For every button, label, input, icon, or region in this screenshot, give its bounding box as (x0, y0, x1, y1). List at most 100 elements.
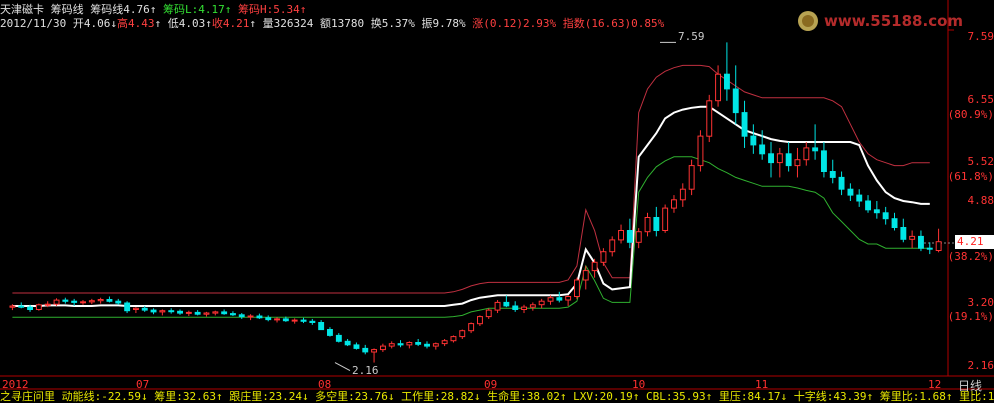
candle-body (283, 319, 288, 321)
indicator-header: 天津磁卡 筹码线 筹码线4.76↑ 筹码L:4.17↑ 筹码H:5.34↑ (0, 3, 306, 16)
candle-body (398, 344, 403, 345)
candle-body (257, 316, 262, 318)
candle-body (495, 302, 500, 310)
candle-body (151, 310, 156, 312)
min-leader-line (335, 363, 350, 371)
arrow-up-icon: ↑ (205, 17, 212, 30)
high-label: 高 (117, 17, 128, 30)
site-logo: www.55188.com (796, 8, 986, 34)
candle-body (98, 300, 103, 301)
min-price-label: 2.16 (352, 364, 379, 377)
candle-body (627, 231, 632, 243)
candle-body (813, 148, 818, 151)
candle-body (936, 242, 941, 251)
candle-body (645, 218, 650, 232)
candle-body (583, 271, 588, 280)
candle-body (186, 312, 191, 313)
candle-body (760, 145, 765, 154)
candle-body (513, 306, 518, 310)
volume-label: 量 (263, 17, 274, 30)
candle-body (36, 305, 41, 310)
candle-body (292, 320, 297, 321)
candle-body (707, 101, 712, 136)
arrow-up-icon: ↑ (300, 3, 307, 16)
candle-body (575, 280, 580, 297)
candle-body (522, 307, 527, 309)
chip-low-value: 4.17 (198, 3, 225, 16)
candle-body (107, 300, 112, 302)
candle-body (389, 344, 394, 346)
candle-body (416, 343, 421, 345)
high-value: 4.43 (128, 17, 155, 30)
candle-body (160, 311, 165, 312)
axis-tick-3-20: 3.20 (968, 296, 994, 309)
candle-body (45, 304, 50, 305)
candle-body (769, 154, 774, 163)
candle-body (786, 154, 791, 166)
candle-body (654, 218, 659, 231)
indicator-label: 筹码线 (90, 3, 123, 16)
axis-tick-5-52: 5.52 (968, 155, 994, 168)
candle-body (486, 310, 491, 317)
upper-band-line (12, 65, 929, 293)
candle-body (204, 313, 209, 314)
watermark-text: www.55188.com (824, 12, 963, 30)
axis-tick-7-59: 7.59 (968, 30, 994, 43)
candle-body (222, 312, 227, 314)
axis-tick-80-9pct: (80.9%) (948, 108, 994, 121)
candle-body (81, 302, 86, 303)
candle-body (636, 232, 641, 243)
candle-body (125, 303, 130, 311)
indicator-name[interactable]: 筹码线 (51, 3, 84, 16)
arrow-up-icon: ↑ (150, 3, 157, 16)
turnover-label: 换 (371, 17, 382, 30)
candle-body (901, 228, 906, 240)
candle-body (169, 311, 174, 312)
candle-body (319, 323, 324, 330)
candle-body (892, 219, 897, 228)
candle-body (19, 306, 24, 307)
open-value: 4.06 (84, 17, 111, 30)
amplitude-label: 振 (421, 17, 432, 30)
arrow-up-icon: ↑ (249, 17, 256, 30)
candle-body (857, 195, 862, 201)
candle-body (89, 301, 94, 302)
arrow-up-icon: ↑ (225, 3, 232, 16)
amount-label: 额 (320, 17, 331, 30)
change-value: (0.12)2.93% (483, 17, 556, 30)
candle-body (28, 307, 33, 309)
stock-name[interactable]: 天津磁卡 (0, 3, 44, 16)
candle-body (239, 315, 244, 317)
candle-body (910, 236, 915, 239)
low-label: 低 (168, 17, 179, 30)
candle-body (663, 208, 668, 230)
candle-body (883, 213, 888, 219)
candle-body (134, 308, 139, 309)
candle-body (504, 302, 509, 306)
index-value: (16.63)0.85% (585, 17, 664, 30)
candle-body (927, 248, 932, 249)
candle-body (354, 345, 359, 349)
low-value: 4.03 (179, 17, 206, 30)
close-value: 4.21 (223, 17, 250, 30)
candle-body (363, 348, 368, 352)
kline-chart[interactable] (0, 0, 994, 402)
candle-body (619, 231, 624, 240)
candle-body (310, 321, 315, 322)
candle-body (689, 166, 694, 190)
candle-body (328, 330, 333, 336)
candle-body (460, 331, 465, 337)
candle-body (231, 314, 236, 315)
candle-body (266, 318, 271, 320)
candle-body (725, 74, 730, 89)
current-price-tag: 4.21 (955, 235, 994, 249)
candle-body (195, 312, 200, 314)
candle-body (839, 177, 844, 189)
open-label: 开 (73, 17, 84, 30)
candle-body (142, 308, 147, 310)
candle-body (275, 319, 280, 320)
candle-body (866, 201, 871, 210)
candle-body (425, 344, 430, 346)
candle-body (372, 350, 377, 352)
axis-tick-4-88: 4.88 (968, 194, 994, 207)
